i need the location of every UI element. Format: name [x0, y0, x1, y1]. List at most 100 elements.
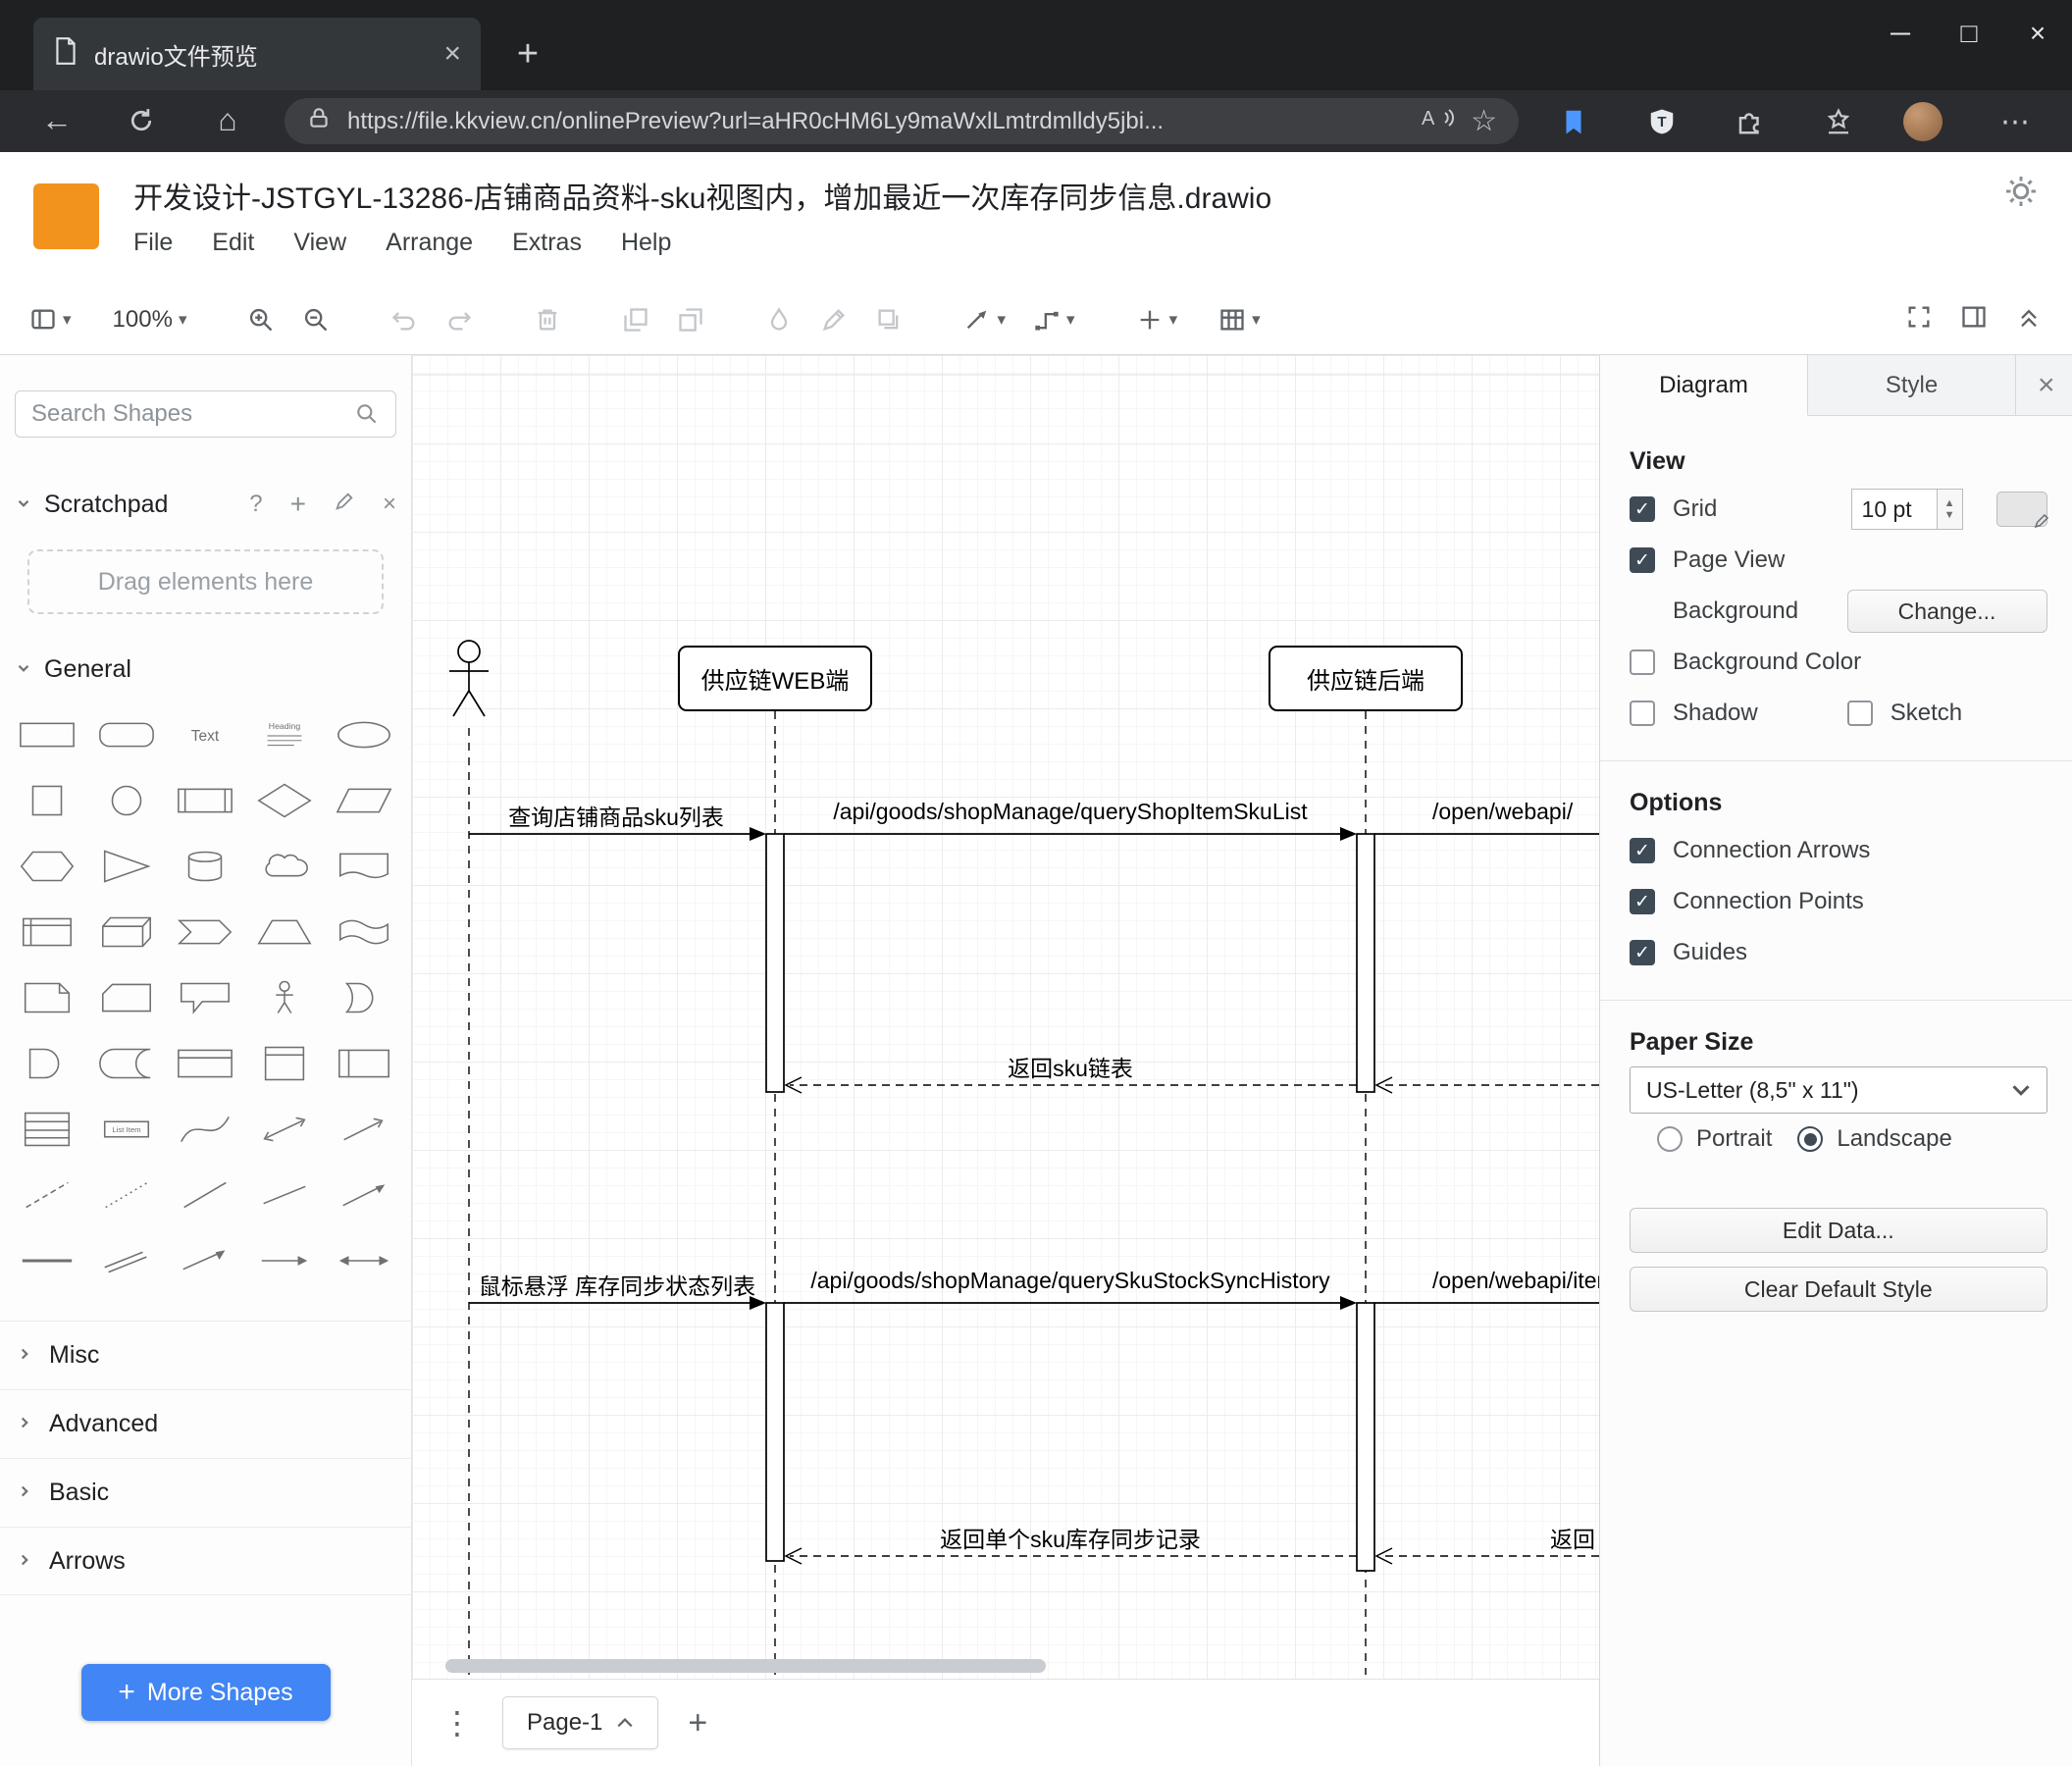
close-button[interactable]: × [2003, 0, 2072, 67]
shape-simple-arrow[interactable] [245, 1227, 325, 1293]
section-misc[interactable]: Misc [0, 1321, 411, 1389]
shape-square[interactable] [8, 767, 87, 833]
scratchpad-dropzone[interactable]: Drag elements here [27, 549, 384, 614]
shape-rounded-rectangle[interactable] [87, 701, 167, 767]
shape-note[interactable] [8, 964, 87, 1030]
waypoints-button[interactable]: ▾ [1033, 306, 1075, 334]
message-label[interactable]: /open/webapi/iten [1432, 1268, 1599, 1297]
shape-cloud[interactable] [245, 833, 325, 899]
shape-horizontal-container[interactable] [324, 1030, 403, 1096]
shape-link[interactable] [87, 1227, 167, 1293]
shape-text[interactable]: Text [166, 701, 245, 767]
to-front-button[interactable] [622, 306, 649, 334]
connection-arrows-checkbox[interactable]: ✓ [1630, 838, 1655, 863]
add-page-button[interactable]: + [688, 1704, 707, 1742]
change-background-button[interactable]: Change... [1846, 590, 2047, 633]
shape-arrow-link[interactable] [166, 1227, 245, 1293]
shape-textbox[interactable]: Heading [245, 701, 325, 767]
shape-curve[interactable] [166, 1096, 245, 1162]
grid-checkbox[interactable]: ✓ [1630, 496, 1655, 522]
shape-tape[interactable] [324, 899, 403, 964]
section-basic[interactable]: Basic [0, 1458, 411, 1527]
scratchpad-header[interactable]: Scratchpad ? + × [15, 489, 396, 520]
message-label[interactable]: /open/webapi/ [1432, 799, 1573, 828]
grid-size-spinner[interactable]: ▲ ▼ [1937, 489, 1963, 530]
shape-process[interactable] [166, 767, 245, 833]
table-button[interactable]: ▾ [1218, 306, 1261, 334]
back-button[interactable]: ← [35, 102, 78, 138]
shape-cube[interactable] [87, 899, 167, 964]
page-view-checkbox[interactable]: ✓ [1630, 547, 1655, 573]
refresh-button[interactable] [120, 106, 163, 143]
menu-file[interactable]: File [133, 229, 173, 257]
url-text[interactable]: https://file.kkview.cn/onlinePreview?url… [347, 108, 1404, 135]
background-color-checkbox[interactable] [1630, 649, 1655, 675]
paper-size-select[interactable]: US-Letter (8,5" x 11") [1630, 1066, 2047, 1114]
shape-directional-connector[interactable] [324, 1162, 403, 1227]
scratchpad-add-icon[interactable]: + [290, 489, 306, 520]
horizontal-scrollbar[interactable] [445, 1659, 1046, 1673]
shape-parallelogram[interactable] [324, 767, 403, 833]
shape-arrow[interactable] [324, 1096, 403, 1162]
shape-triangle[interactable] [87, 833, 167, 899]
shape-dashed-line[interactable] [8, 1162, 87, 1227]
menu-extras[interactable]: Extras [512, 229, 582, 257]
shadow-button[interactable] [875, 306, 903, 334]
favorites-bar-icon[interactable] [1817, 100, 1860, 143]
shape-rectangle[interactable] [8, 701, 87, 767]
section-arrows[interactable]: Arrows [0, 1527, 411, 1595]
participant-backend[interactable]: 供应链后端 [1269, 646, 1463, 711]
edit-data-button[interactable]: Edit Data... [1630, 1208, 2047, 1253]
message-label[interactable]: 返回sku链表 [784, 1050, 1357, 1081]
message-label[interactable]: /api/goods/shopManage/queryShopItemSkuLi… [784, 799, 1357, 828]
message-label[interactable]: 返回 [1550, 1521, 1595, 1552]
menu-arrange[interactable]: Arrange [386, 229, 473, 257]
landscape-radio[interactable] [1797, 1126, 1824, 1152]
menu-help[interactable]: Help [621, 229, 671, 257]
favorite-star-icon[interactable]: ☆ [1471, 104, 1497, 138]
undo-button[interactable] [390, 306, 418, 334]
shape-data-storage[interactable] [87, 1030, 167, 1096]
tab-diagram[interactable]: Diagram [1600, 355, 1808, 416]
shape-card[interactable] [87, 964, 167, 1030]
message-label[interactable]: 鼠标悬浮 库存同步状态列表 [455, 1268, 779, 1299]
scratchpad-edit-icon[interactable] [334, 491, 355, 519]
participant-web[interactable]: 供应链WEB端 [678, 646, 872, 711]
guides-checkbox[interactable]: ✓ [1630, 940, 1655, 965]
message-label[interactable]: 返回单个sku库存同步记录 [784, 1521, 1357, 1552]
extensions-puzzle-icon[interactable] [1729, 100, 1772, 143]
format-panel-toggle-button[interactable] [1960, 303, 1988, 336]
shape-list[interactable] [8, 1096, 87, 1162]
format-panel-close-icon[interactable]: × [2016, 355, 2072, 415]
menu-view[interactable]: View [293, 229, 346, 257]
shape-list-item[interactable]: List Item [87, 1096, 167, 1162]
browser-menu-icon[interactable]: ⋯ [1994, 100, 2037, 143]
profile-avatar[interactable] [1901, 100, 1944, 143]
shield-t-extension-icon[interactable]: T [1640, 100, 1684, 143]
line-color-button[interactable] [820, 306, 848, 334]
shape-vertical-container[interactable] [245, 1030, 325, 1096]
search-shapes-input[interactable]: Search Shapes [15, 390, 396, 438]
connection-style-button[interactable]: ▾ [963, 306, 1006, 334]
delete-button[interactable] [534, 306, 561, 334]
shape-cylinder[interactable] [166, 833, 245, 899]
tab-style[interactable]: Style [1808, 355, 2016, 415]
section-advanced[interactable]: Advanced [0, 1389, 411, 1458]
fullscreen-button[interactable] [1905, 303, 1933, 336]
zoom-dropdown-button[interactable]: 100% ▾ [113, 306, 187, 334]
shape-horizontal-line[interactable] [8, 1227, 87, 1293]
browser-tab[interactable]: drawio文件预览 × [33, 18, 481, 90]
clear-default-style-button[interactable]: Clear Default Style [1630, 1267, 2047, 1312]
shape-callout[interactable] [166, 964, 245, 1030]
read-aloud-icon[interactable]: A [1420, 104, 1455, 138]
new-tab-button[interactable]: + [506, 33, 549, 76]
shape-container[interactable] [166, 1030, 245, 1096]
section-general[interactable]: General [15, 655, 396, 684]
address-bar[interactable]: https://file.kkview.cn/onlinePreview?url… [285, 98, 1519, 144]
tab-close-icon[interactable]: × [443, 39, 461, 69]
maximize-button[interactable]: □ [1935, 0, 2003, 67]
shape-bidirectional-arrow[interactable] [245, 1096, 325, 1162]
home-button[interactable]: ⌂ [206, 102, 249, 138]
insert-button[interactable]: ▾ [1136, 306, 1177, 334]
bookmark-extension-icon[interactable] [1552, 100, 1595, 143]
